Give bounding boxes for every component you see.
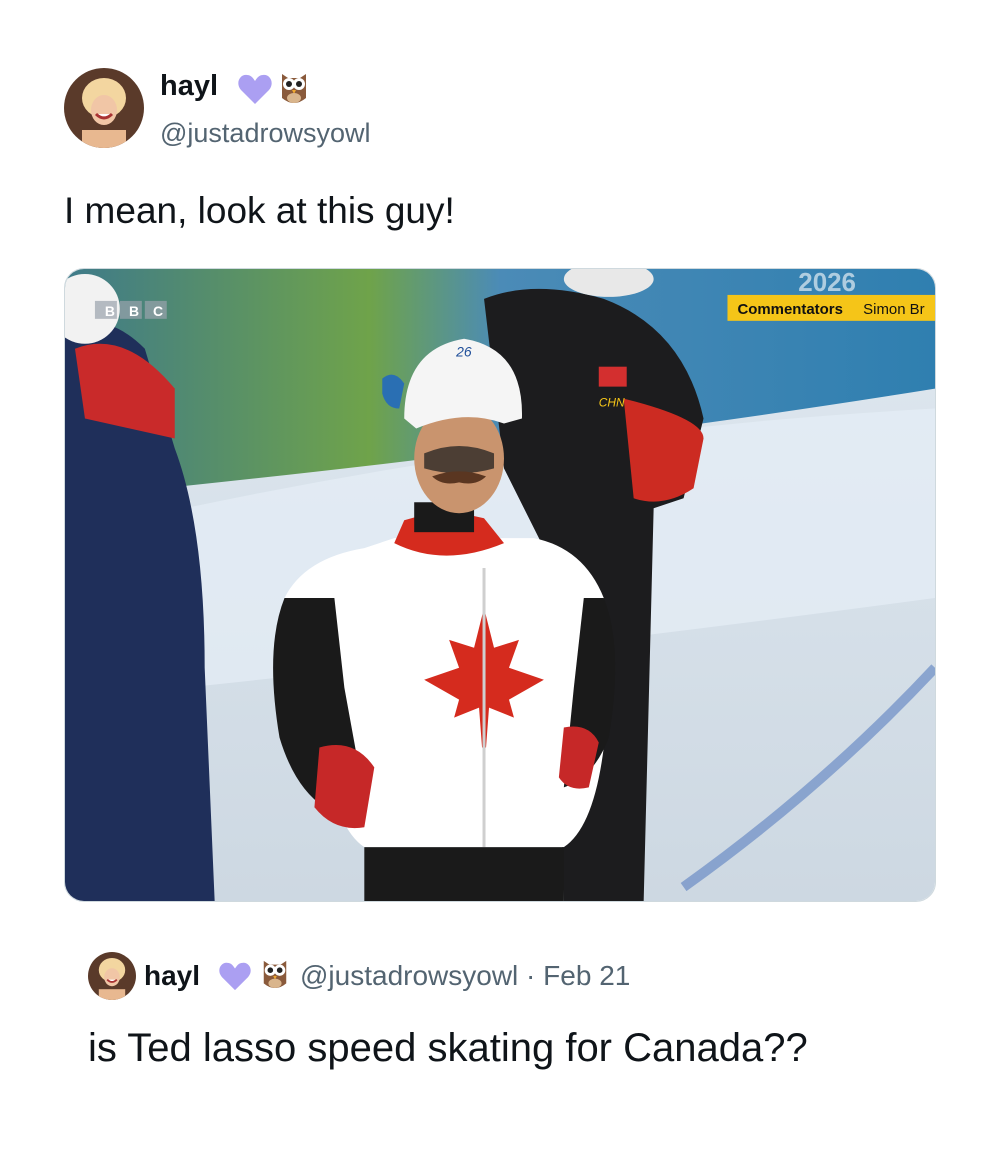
commentators-caption: Commentators Simon Br [727, 294, 935, 321]
meta-separator: · [518, 960, 544, 991]
purple-heart-icon [218, 960, 252, 992]
author-handle[interactable]: @justadrowsyowl [160, 118, 370, 149]
svg-text:Simon Br: Simon Br [863, 301, 924, 318]
year-watermark: 2026 [798, 269, 856, 297]
bbc-logo: BBC [94, 300, 177, 319]
author-avatar[interactable] [64, 68, 144, 148]
helmet-logo: 26 [455, 344, 472, 360]
quoted-author-name[interactable]: hayl [144, 960, 200, 992]
author-name[interactable]: hayl [160, 70, 218, 103]
svg-text:BBC: BBC [105, 303, 177, 319]
quoted-tweet-text: is Ted lasso speed skating for Canada?? [88, 1026, 808, 1070]
owl-icon [278, 68, 310, 106]
purple-heart-icon [237, 72, 273, 106]
tweet-media-image[interactable]: CHN 26 BBC 2026 Commentators Simon Br [64, 268, 936, 902]
quoted-tweet-meta: @justadrowsyowl · Feb 21 [300, 960, 630, 992]
svg-text:Commentators: Commentators [737, 301, 842, 318]
quoted-tweet-date[interactable]: Feb 21 [543, 960, 630, 991]
quoted-author-handle[interactable]: @justadrowsyowl [300, 960, 518, 991]
country-code-label: CHN [599, 396, 625, 410]
tweet-text: I mean, look at this guy! [64, 190, 455, 231]
owl-icon [260, 955, 290, 991]
quoted-author-avatar[interactable] [88, 952, 136, 1000]
